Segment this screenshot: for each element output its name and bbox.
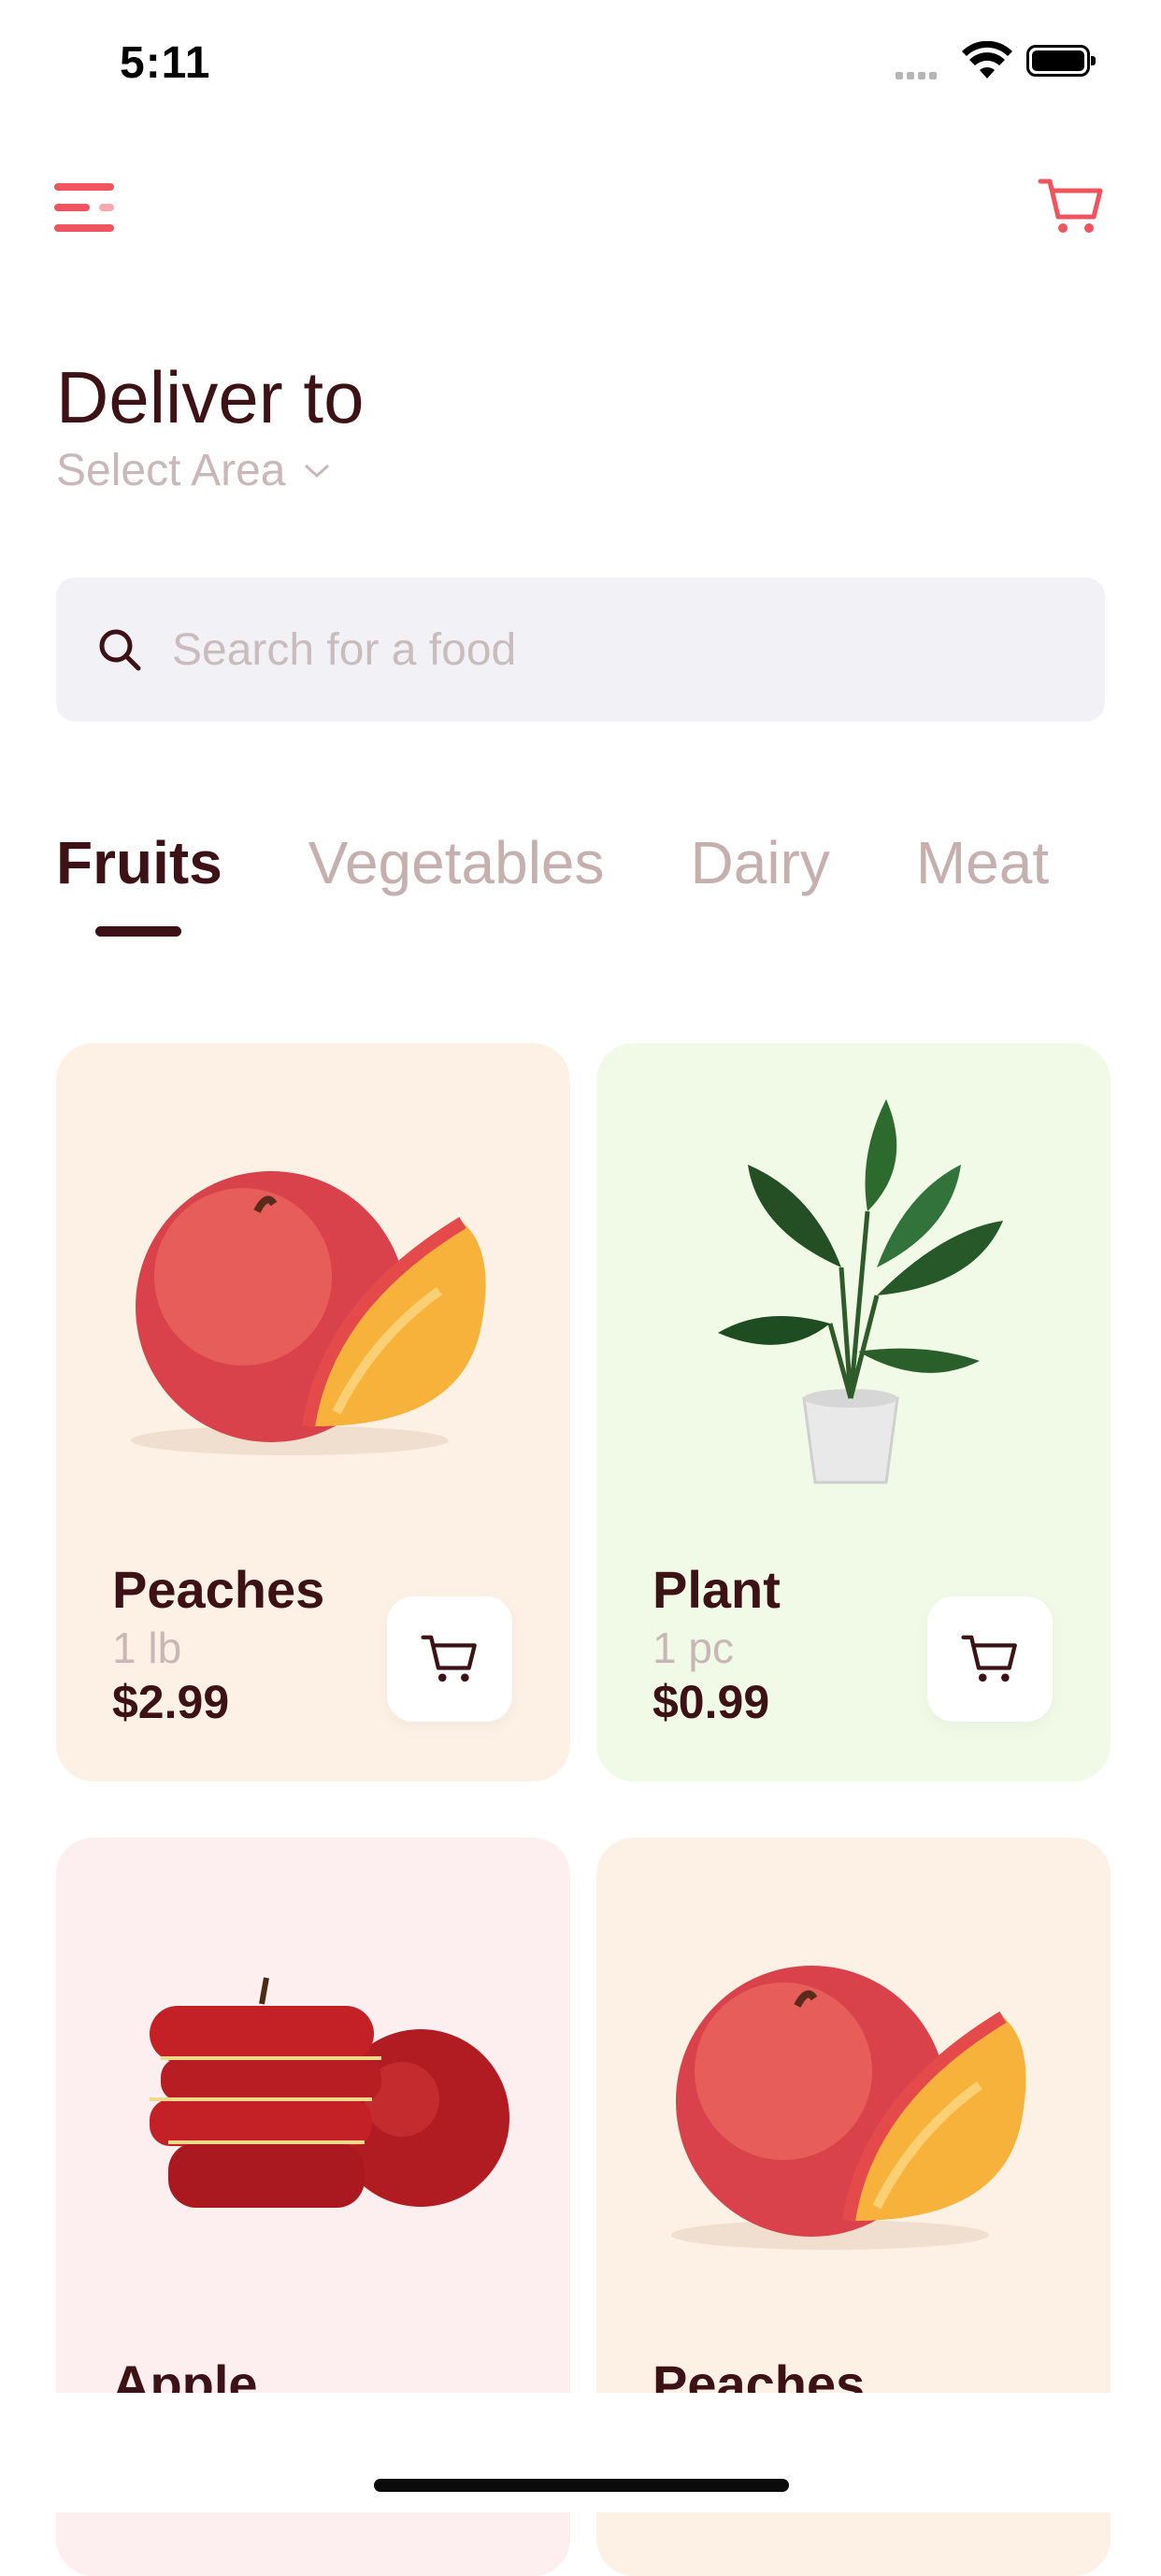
tab-meat[interactable]: Meat	[916, 828, 1049, 897]
chevron-down-icon	[305, 465, 329, 478]
home-indicator[interactable]	[374, 2479, 789, 2492]
product-price: $2.99	[112, 1676, 230, 1728]
battery-icon	[1026, 45, 1096, 77]
menu-icon[interactable]	[54, 183, 114, 234]
product-price: $0.99	[652, 1676, 770, 1728]
tab-vegetables[interactable]: Vegetables	[308, 828, 605, 897]
add-to-cart-button[interactable]	[387, 1596, 512, 1722]
product-card-peaches[interactable]: Peaches 1 lb $2.99	[56, 1043, 570, 1782]
wifi-icon	[962, 41, 1012, 79]
search-input[interactable]	[170, 623, 1015, 677]
peach-image	[131, 1171, 486, 1455]
select-area-label: Select Area	[56, 446, 286, 495]
peach-image	[671, 1966, 1026, 2250]
cellular-signal-icon	[896, 67, 940, 84]
select-area-dropdown[interactable]: Select Area	[56, 445, 330, 496]
product-unit: 1 pc	[652, 1624, 734, 1672]
product-card-plant[interactable]: Plant 1 pc $0.99	[596, 1043, 1111, 1782]
status-bar: 5:11	[0, 0, 1161, 122]
search-bar[interactable]	[56, 578, 1105, 722]
tab-dairy[interactable]: Dairy	[691, 828, 830, 897]
category-tabs: Fruits Vegetables Dairy Meat	[56, 828, 1135, 897]
bottom-safe-area	[0, 2393, 1161, 2512]
cart-icon	[961, 1635, 1017, 1682]
product-name: Peaches	[112, 1560, 325, 1619]
cart-icon	[421, 1635, 477, 1682]
tab-fruits[interactable]: Fruits	[56, 828, 222, 897]
plant-image	[718, 1099, 1003, 1484]
product-name: Plant	[652, 1560, 781, 1619]
apple-image	[150, 1977, 509, 2208]
deliver-title: Deliver to	[56, 356, 365, 438]
product-unit: 1 lb	[112, 1624, 182, 1672]
active-tab-indicator	[95, 926, 181, 937]
cart-icon[interactable]	[1038, 176, 1105, 237]
search-icon	[99, 629, 141, 671]
status-time: 5:11	[120, 38, 211, 88]
add-to-cart-button[interactable]	[927, 1596, 1053, 1722]
